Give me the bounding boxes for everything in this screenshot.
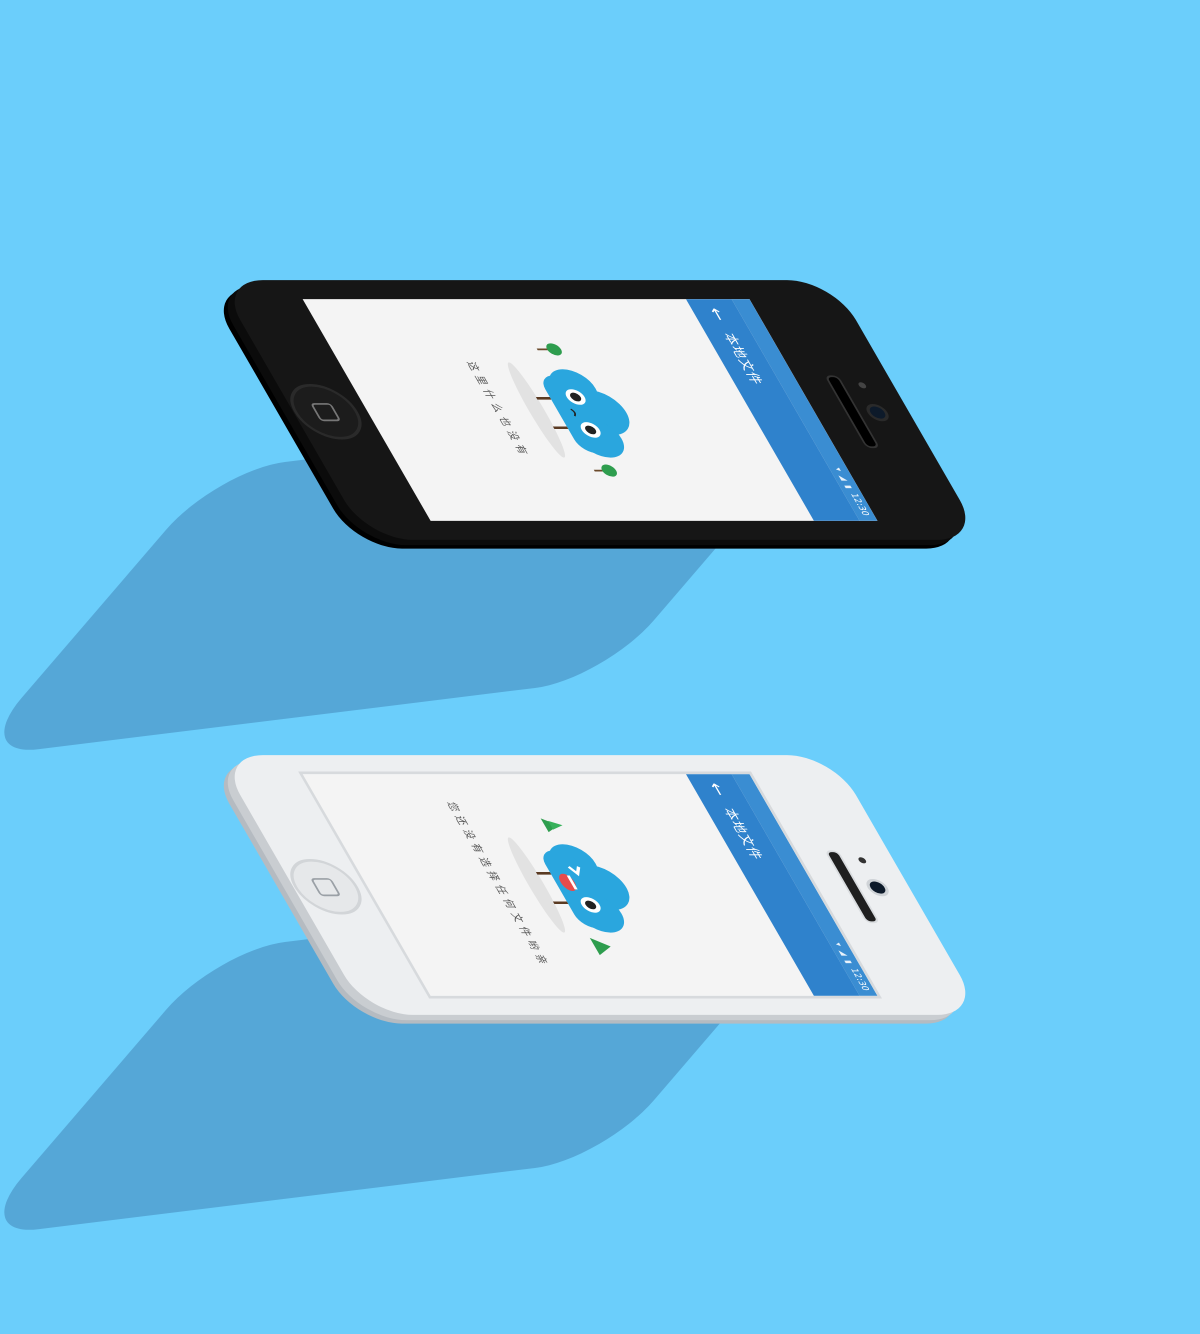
pine-tree-right-icon (589, 937, 611, 956)
laughing-cloud-illustration (507, 818, 630, 956)
wifi-icon: ▾ (833, 942, 845, 947)
arrow-left-icon[interactable]: ← (703, 783, 731, 796)
arrow-left-icon[interactable]: ← (703, 308, 731, 321)
tree-right-icon (593, 464, 617, 477)
battery-icon: ▮ (843, 960, 855, 964)
home-square-icon (310, 403, 342, 422)
sad-cloud-illustration (507, 343, 630, 477)
battery-icon: ▮ (843, 485, 855, 489)
signal-icon: ◢ (837, 475, 850, 481)
home-square-icon (310, 878, 342, 897)
mockup-scene: ▾ ◢ ▮ 12:30 ← 本地文件 这里什么也没有 ▾ ◢ ▮ 12:30 ←… (0, 0, 1200, 1334)
wifi-icon: ▾ (833, 467, 845, 472)
signal-icon: ◢ (837, 950, 850, 956)
tree-left-icon (536, 343, 562, 356)
pine-tree-left-icon (540, 818, 563, 833)
